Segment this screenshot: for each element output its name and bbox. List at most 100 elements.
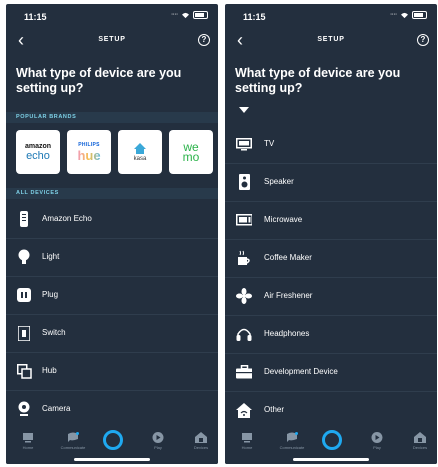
device-label: Air Freshener	[264, 291, 313, 300]
hub-icon	[16, 363, 32, 379]
help-button[interactable]: ?	[417, 34, 429, 46]
devices-icon	[195, 432, 207, 443]
device-light[interactable]: Light	[6, 238, 218, 277]
signal-icon: ····	[171, 12, 178, 18]
device-development-device[interactable]: Development Device	[225, 353, 437, 392]
alexa-button[interactable]	[322, 430, 342, 450]
play-icon	[371, 432, 383, 443]
tab-play[interactable]: Play	[143, 432, 173, 450]
device-microwave[interactable]: Microwave	[225, 201, 437, 240]
alexa-button[interactable]	[103, 430, 123, 450]
tab-home[interactable]: Home	[232, 432, 262, 450]
device-label: Switch	[42, 328, 66, 337]
page-title: SETUP	[98, 36, 126, 43]
device-amazon-echo[interactable]: Amazon Echo	[6, 200, 218, 239]
brand-kasa[interactable]: kasa	[118, 130, 162, 174]
device-label: Headphones	[264, 329, 310, 338]
device-label: Light	[42, 252, 60, 261]
device-headphones[interactable]: Headphones	[225, 315, 437, 354]
device-label: Hub	[42, 366, 57, 375]
brand-wemo[interactable]: we mo	[169, 130, 213, 174]
tab-label: Home	[241, 445, 253, 450]
help-button[interactable]: ?	[198, 34, 210, 46]
plug-icon	[16, 287, 32, 303]
device-label: Amazon Echo	[42, 214, 92, 223]
tab-label: Play	[154, 445, 162, 450]
device-speaker[interactable]: Speaker	[225, 163, 437, 202]
status-bar: 11:15 ····	[6, 4, 218, 26]
wifi-house-icon	[236, 402, 252, 418]
echo-device-icon	[16, 211, 32, 227]
tab-label: Devices	[193, 445, 209, 450]
brand-kasa-text: kasa	[133, 156, 147, 162]
status-time: 11:15	[243, 12, 266, 22]
page-title: SETUP	[317, 36, 345, 43]
devices-icon	[414, 432, 426, 443]
nav-bar: ‹ SETUP ?	[225, 26, 437, 56]
tab-label: Communicate	[60, 445, 86, 450]
coffee-icon	[236, 250, 252, 266]
question-heading: What type of device are you setting up?	[16, 66, 182, 95]
speaker-icon	[236, 174, 252, 190]
tab-devices[interactable]: Devices	[186, 432, 216, 450]
device-label: Other	[264, 405, 285, 414]
wifi-icon	[182, 12, 189, 18]
popular-brands-header: POPULAR BRANDS	[6, 112, 218, 123]
battery-icon	[412, 11, 427, 19]
right-screen: 11:15 ···· ‹ SETUP ? What type of device…	[225, 4, 437, 464]
toolbox-icon	[236, 364, 252, 380]
device-label: Development Device	[264, 367, 338, 376]
tab-home[interactable]: Home	[13, 432, 43, 450]
device-plug[interactable]: Plug	[6, 276, 218, 315]
tv-icon	[236, 136, 252, 152]
left-screen: 11:15 ···· ‹ SETUP ? What type of device…	[6, 4, 218, 464]
wifi-icon	[401, 12, 408, 18]
battery-icon	[193, 11, 208, 19]
question-heading: What type of device are you setting up?	[235, 66, 401, 95]
chat-icon	[287, 432, 298, 442]
brand-amazon-text: amazon	[24, 142, 52, 150]
brand-amazon-echo[interactable]: amazon echo	[16, 130, 60, 174]
nav-bar: ‹ SETUP ?	[6, 26, 218, 56]
brand-philips-hue[interactable]: PHILIPS hue	[67, 130, 111, 174]
device-switch[interactable]: Switch	[6, 314, 218, 353]
tab-play[interactable]: Play	[362, 432, 392, 450]
status-bar: 11:15 ····	[225, 4, 437, 26]
home-indicator	[293, 458, 369, 461]
status-time: 11:15	[24, 12, 47, 22]
device-tv[interactable]: TV	[225, 125, 437, 164]
brand-echo-text: echo	[26, 149, 50, 162]
switch-icon	[16, 325, 32, 341]
device-label: Coffee Maker	[264, 253, 312, 262]
device-label: Camera	[42, 404, 71, 413]
fan-icon	[236, 288, 252, 304]
home-indicator	[74, 458, 150, 461]
device-label: Plug	[42, 290, 59, 299]
play-icon	[152, 432, 164, 443]
device-air-freshener[interactable]: Air Freshener	[225, 277, 437, 316]
home-icon	[23, 433, 33, 443]
lightbulb-icon	[16, 249, 32, 265]
tab-label: Play	[373, 445, 381, 450]
tab-label: Devices	[412, 445, 428, 450]
tab-label: Home	[22, 445, 34, 450]
headphones-icon	[236, 326, 252, 342]
tab-label: Communicate	[279, 445, 305, 450]
kasa-house-icon	[134, 143, 146, 154]
device-label: Microwave	[264, 215, 303, 224]
collapse-caret-icon[interactable]	[239, 107, 249, 113]
brand-hue-text: hue	[77, 147, 101, 163]
tab-communicate[interactable]: Communicate	[277, 432, 307, 450]
device-label: Speaker	[264, 177, 294, 186]
device-label: TV	[264, 139, 275, 148]
tab-devices[interactable]: Devices	[405, 432, 435, 450]
microwave-icon	[236, 212, 252, 228]
brand-mo-text: mo	[182, 150, 200, 164]
brand-list: amazon echo PHILIPS hue kasa we mo	[16, 130, 213, 174]
camera-icon	[16, 401, 32, 417]
tab-communicate[interactable]: Communicate	[58, 432, 88, 450]
device-coffee-maker[interactable]: Coffee Maker	[225, 239, 437, 278]
all-devices-header: ALL DEVICES	[6, 188, 218, 199]
home-icon	[242, 433, 252, 443]
device-hub[interactable]: Hub	[6, 352, 218, 391]
